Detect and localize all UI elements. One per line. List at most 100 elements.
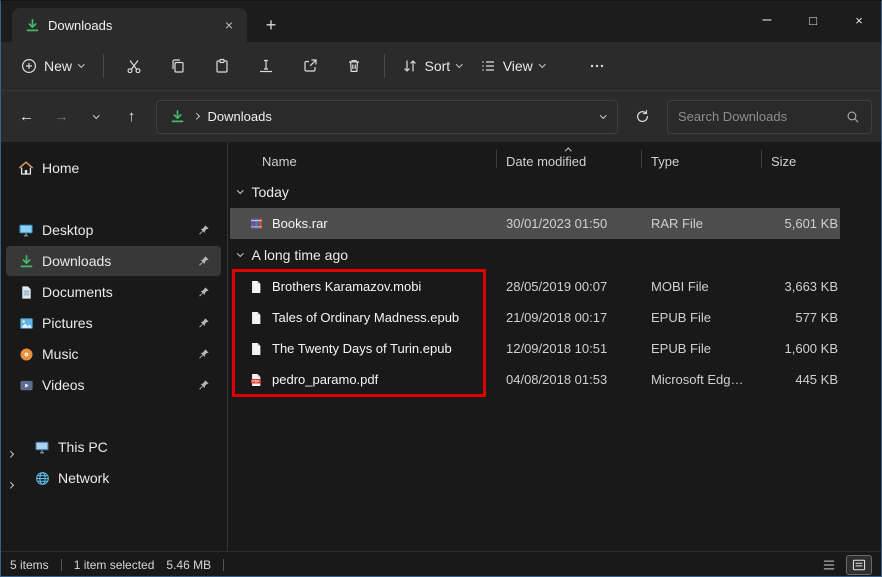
- titlebar: Downloads × + – □ ×: [0, 0, 882, 42]
- forward-button[interactable]: →: [45, 100, 78, 134]
- status-bar: 5 items 1 item selected 5.46 MB: [0, 551, 882, 577]
- sidebar-item-downloads[interactable]: Downloads: [6, 246, 221, 276]
- back-button[interactable]: ←: [10, 100, 43, 134]
- pin-icon: [197, 223, 211, 237]
- new-tab-button[interactable]: +: [257, 11, 285, 39]
- file-row-brothers-karamazov-mobi[interactable]: Brothers Karamazov.mobi 28/05/2019 00:07…: [230, 271, 840, 302]
- column-headers: Name Date modified Type Size: [230, 142, 840, 176]
- tab-close-button[interactable]: ×: [219, 15, 239, 35]
- column-header-name[interactable]: Name: [230, 142, 496, 176]
- pdf-file-icon: PDF: [248, 372, 264, 388]
- sidebar-item-videos[interactable]: Videos: [6, 370, 221, 400]
- explorer-tab[interactable]: Downloads ×: [12, 8, 247, 42]
- chevron-down-icon: [237, 250, 243, 256]
- sort-button[interactable]: Sort: [393, 49, 471, 83]
- list-view-icon: [822, 559, 836, 571]
- chevron-down-icon: [93, 112, 99, 118]
- command-toolbar: New Sort: [0, 42, 882, 90]
- list-view-toggle[interactable]: [816, 555, 842, 575]
- downloads-icon: [169, 109, 185, 125]
- search-input[interactable]: [678, 109, 839, 124]
- document-file-icon: [248, 310, 264, 326]
- copy-button[interactable]: [156, 49, 200, 83]
- group-header-a-long-time-ago[interactable]: A long time ago: [228, 239, 882, 271]
- pin-icon: [197, 347, 211, 361]
- file-row-tales-of-ordinary-madness-epub[interactable]: Tales of Ordinary Madness.epub 21/09/201…: [230, 302, 840, 333]
- navigation-pane: Home Desktop Downloads Docum: [0, 142, 228, 551]
- column-header-date-modified[interactable]: Date modified: [496, 142, 641, 176]
- breadcrumb-item-downloads[interactable]: Downloads: [208, 109, 272, 124]
- toolbar-separator: [103, 54, 104, 78]
- pin-icon: [197, 316, 211, 330]
- ellipsis-icon: [589, 58, 605, 74]
- search-box[interactable]: [667, 100, 872, 134]
- desktop-icon: [18, 222, 34, 238]
- minimize-button[interactable]: –: [744, 0, 790, 40]
- rename-icon: [258, 58, 274, 74]
- downloads-icon: [18, 253, 34, 269]
- view-button[interactable]: View: [471, 49, 554, 83]
- document-icon: [18, 284, 34, 300]
- downloads-icon: [24, 17, 40, 33]
- search-icon: [845, 109, 861, 125]
- pin-icon: [197, 378, 211, 392]
- column-header-type[interactable]: Type: [641, 142, 761, 176]
- chevron-down-icon: [78, 61, 84, 67]
- sidebar-item-documents[interactable]: Documents: [6, 277, 221, 307]
- sort-icon: [402, 58, 418, 74]
- plus-circle-icon: [21, 58, 37, 74]
- status-separator: [61, 559, 62, 571]
- refresh-button[interactable]: [626, 100, 659, 134]
- details-view-toggle[interactable]: [846, 555, 872, 575]
- sidebar-item-music[interactable]: Music: [6, 339, 221, 369]
- column-header-size[interactable]: Size: [761, 142, 840, 176]
- sidebar-item-this-pc[interactable]: This PC: [22, 432, 221, 462]
- selection-size: 5.46 MB: [166, 558, 211, 572]
- more-options-button[interactable]: [577, 49, 617, 83]
- sidebar-item-pictures[interactable]: Pictures: [6, 308, 221, 338]
- up-button[interactable]: ↑: [115, 100, 148, 134]
- cut-button[interactable]: [112, 49, 156, 83]
- pictures-icon: [18, 315, 34, 331]
- toolbar-separator: [384, 54, 385, 78]
- address-dropdown-icon[interactable]: [600, 112, 606, 118]
- file-list-pane: Name Date modified Type Size Today: [228, 142, 882, 551]
- status-separator: [223, 559, 224, 571]
- view-button-label: View: [503, 58, 533, 74]
- view-icon: [480, 58, 496, 74]
- document-file-icon: [248, 279, 264, 295]
- file-row-the-twenty-days-of-turin-epub[interactable]: The Twenty Days of Turin.epub 12/09/2018…: [230, 333, 840, 364]
- sidebar-item-desktop[interactable]: Desktop: [6, 215, 221, 245]
- paste-button[interactable]: [200, 49, 244, 83]
- maximize-button[interactable]: □: [790, 0, 836, 40]
- sidebar-item-home[interactable]: Home: [6, 153, 221, 183]
- group-header-today[interactable]: Today: [228, 176, 882, 208]
- file-row-pedro-paramo-pdf[interactable]: PDF pedro_paramo.pdf 04/08/2018 01:53 Mi…: [230, 364, 840, 395]
- share-button[interactable]: [288, 49, 332, 83]
- recent-locations-button[interactable]: [80, 100, 113, 134]
- rename-button[interactable]: [244, 49, 288, 83]
- close-button[interactable]: ×: [836, 0, 882, 40]
- home-icon: [18, 160, 34, 176]
- item-count: 5 items: [10, 558, 49, 572]
- pin-icon: [197, 254, 211, 268]
- sort-button-label: Sort: [425, 58, 451, 74]
- copy-icon: [170, 58, 186, 74]
- paste-icon: [214, 58, 230, 74]
- chevron-right-icon[interactable]: [8, 474, 13, 490]
- address-bar[interactable]: Downloads: [156, 100, 618, 134]
- new-button[interactable]: New: [10, 49, 95, 83]
- music-icon: [18, 346, 34, 362]
- details-view-icon: [852, 559, 866, 571]
- sidebar-item-network[interactable]: Network: [22, 463, 221, 493]
- document-file-icon: [248, 341, 264, 357]
- chevron-right-icon[interactable]: [8, 443, 13, 459]
- chevron-down-icon: [539, 61, 545, 67]
- cut-icon: [126, 58, 142, 74]
- rar-archive-icon: [248, 216, 264, 232]
- selection-count: 1 item selected: [74, 558, 155, 572]
- file-row-books-rar[interactable]: Books.rar 30/01/2023 01:50 RAR File 5,60…: [230, 208, 840, 239]
- delete-button[interactable]: [332, 49, 376, 83]
- chevron-right-icon: [193, 113, 199, 119]
- refresh-icon: [635, 109, 651, 125]
